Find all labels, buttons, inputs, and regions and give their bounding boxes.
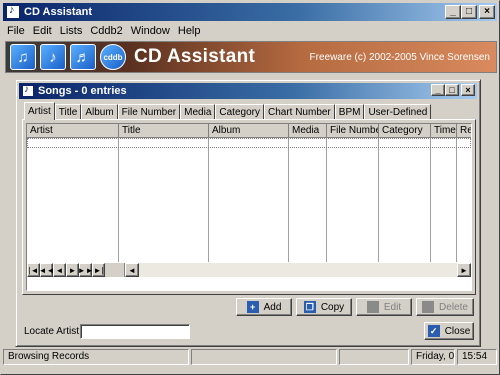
minimize-button[interactable]: _ bbox=[445, 5, 461, 19]
grid-divider bbox=[378, 138, 379, 262]
status-time: 15:54 bbox=[457, 349, 497, 365]
songs-maximize-button[interactable]: □ bbox=[445, 84, 459, 96]
locate-label: Locate Artist: bbox=[24, 326, 82, 337]
close-button[interactable]: ✓ Close bbox=[424, 322, 474, 340]
close-window-button[interactable]: × bbox=[479, 5, 495, 19]
edit-icon bbox=[366, 301, 379, 313]
column-time[interactable]: Time bbox=[431, 124, 457, 138]
record-navigator: |◄ ◄◄ ◄ ► ►► ►| ◄ ► bbox=[27, 263, 471, 277]
column-rel[interactable]: Rel bbox=[457, 124, 471, 138]
locate-artist-input[interactable] bbox=[80, 324, 190, 339]
tab-album[interactable]: Album bbox=[81, 104, 118, 120]
status-bar: Browsing Records Friday, 08.09.2006 15:5… bbox=[3, 349, 497, 367]
tab-panel: Artist Title Album Media File Number Cat… bbox=[22, 119, 476, 295]
add-button[interactable]: + Add bbox=[236, 298, 292, 316]
songs-minimize-button[interactable]: _ bbox=[431, 84, 445, 96]
tab-chart-number[interactable]: Chart Number bbox=[263, 104, 335, 120]
tab-artist[interactable]: Artist bbox=[24, 102, 55, 120]
status-mode: Browsing Records bbox=[3, 349, 189, 365]
add-button-label: Add bbox=[263, 301, 282, 313]
window-title: CD Assistant bbox=[24, 6, 93, 18]
songs-window-title: Songs - 0 entries bbox=[38, 85, 127, 97]
edit-button-label: Edit bbox=[383, 301, 402, 313]
scroll-right-arrow-icon[interactable]: ► bbox=[457, 263, 471, 277]
cddb-icon[interactable]: cddb bbox=[100, 44, 126, 70]
menu-bar: File Edit Lists Cddb2 Window Help bbox=[3, 23, 497, 39]
delete-icon bbox=[422, 301, 435, 313]
copy-button[interactable]: ❐ Copy bbox=[296, 298, 352, 316]
menu-help[interactable]: Help bbox=[174, 25, 205, 37]
menu-window[interactable]: Window bbox=[127, 25, 174, 37]
maximize-button[interactable]: □ bbox=[461, 5, 477, 19]
column-category[interactable]: Category bbox=[379, 124, 431, 138]
songs-window-icon[interactable] bbox=[22, 84, 34, 97]
add-icon: + bbox=[246, 301, 259, 313]
status-panel-empty bbox=[191, 349, 337, 365]
app-banner: ♫ ♪ ♬ cddb CD Assistant Freeware (c) 200… bbox=[5, 41, 497, 73]
checkmark-icon: ✓ bbox=[427, 325, 440, 337]
status-panel-empty bbox=[339, 349, 409, 365]
column-file-number[interactable]: File Number bbox=[327, 124, 379, 138]
delete-button[interactable]: Delete bbox=[416, 298, 474, 316]
column-album[interactable]: Album bbox=[209, 124, 289, 138]
library-icon[interactable]: ♬ bbox=[70, 44, 96, 70]
music-note-icon[interactable]: ♪ bbox=[40, 44, 66, 70]
main-window: CD Assistant _ □ × File Edit Lists Cddb2… bbox=[0, 0, 500, 375]
table-row[interactable] bbox=[27, 138, 471, 148]
page-forward-button[interactable]: ►► bbox=[78, 263, 93, 277]
banner-title: CD Assistant bbox=[134, 46, 256, 67]
title-bar[interactable]: CD Assistant _ □ × bbox=[3, 3, 497, 21]
songs-window-title-bar[interactable]: Songs - 0 entries _ □ × bbox=[19, 83, 477, 99]
songs-window: Songs - 0 entries _ □ × Artist Title Alb… bbox=[15, 79, 481, 347]
tab-category[interactable]: Category bbox=[215, 104, 264, 120]
horizontal-scrollbar[interactable]: ◄ ► bbox=[124, 263, 471, 277]
tab-title[interactable]: Title bbox=[54, 104, 82, 120]
status-date: Friday, 08.09.2006 bbox=[411, 349, 455, 365]
tab-media[interactable]: Media bbox=[180, 104, 216, 120]
grid-divider bbox=[456, 138, 457, 262]
column-title[interactable]: Title bbox=[119, 124, 209, 138]
sort-tabs: Artist Title Album File Number Media Cat… bbox=[24, 102, 432, 120]
menu-lists[interactable]: Lists bbox=[56, 25, 87, 37]
tab-user-defined[interactable]: User-Defined bbox=[364, 104, 432, 120]
last-record-button[interactable]: ►| bbox=[92, 263, 105, 277]
grid-divider bbox=[288, 138, 289, 262]
grid-header: Artist Title Album Media File Number Cat… bbox=[27, 124, 471, 138]
menu-file[interactable]: File bbox=[3, 25, 29, 37]
grid-divider bbox=[118, 138, 119, 262]
app-icon[interactable] bbox=[6, 4, 20, 19]
copy-button-label: Copy bbox=[320, 301, 345, 313]
grid-divider bbox=[430, 138, 431, 262]
prev-record-button[interactable]: ◄ bbox=[53, 263, 66, 277]
tab-file-number[interactable]: File Number bbox=[117, 104, 181, 120]
tab-bpm[interactable]: BPM bbox=[334, 104, 365, 120]
grid-divider bbox=[208, 138, 209, 262]
songs-close-button[interactable]: × bbox=[461, 84, 475, 96]
banner-credit: Freeware (c) 2002-2005 Vince Sorensen bbox=[309, 52, 490, 63]
menu-cddb2[interactable]: Cddb2 bbox=[86, 25, 126, 37]
scroll-left-arrow-icon[interactable]: ◄ bbox=[125, 263, 139, 277]
copy-icon: ❐ bbox=[303, 301, 316, 313]
page-back-button[interactable]: ◄◄ bbox=[39, 263, 54, 277]
folder-music-icon[interactable]: ♫ bbox=[10, 44, 36, 70]
close-button-label: Close bbox=[444, 325, 471, 337]
songs-grid[interactable]: Artist Title Album Media File Number Cat… bbox=[26, 123, 472, 291]
column-artist[interactable]: Artist bbox=[27, 124, 119, 138]
edit-button[interactable]: Edit bbox=[356, 298, 412, 316]
grid-divider bbox=[326, 138, 327, 262]
menu-edit[interactable]: Edit bbox=[29, 25, 56, 37]
delete-button-label: Delete bbox=[439, 301, 468, 313]
column-media[interactable]: Media bbox=[289, 124, 327, 138]
